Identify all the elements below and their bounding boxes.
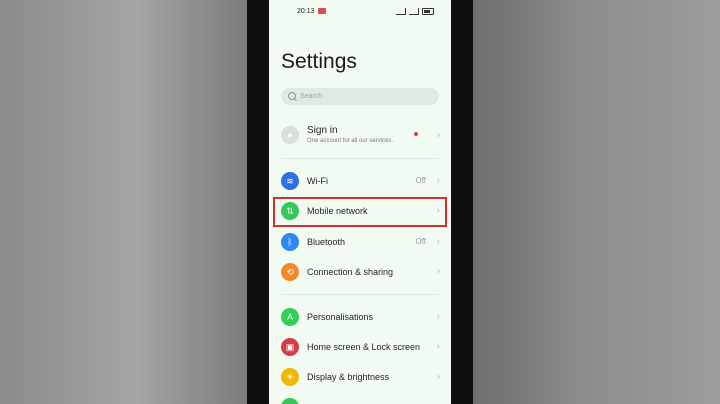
bluetooth-value: Off <box>415 237 426 246</box>
bluetooth-label: Bluetooth <box>307 237 346 247</box>
wifi-icon: ≋ <box>281 172 299 190</box>
display-brightness-row[interactable]: ☀ Display & brightness › <box>269 364 451 390</box>
sun-icon: ☀ <box>281 368 299 386</box>
notification-dot <box>414 132 418 136</box>
home-screen-icon: ▣ <box>281 338 299 356</box>
search-placeholder: Search <box>300 93 323 100</box>
bluetooth-icon: ᛒ <box>281 233 299 251</box>
wifi-label: Wi-Fi <box>307 176 328 186</box>
chevron-right-icon: › <box>436 311 440 322</box>
connection-sharing-row[interactable]: ⟲ Connection & sharing › <box>269 259 451 285</box>
bluetooth-row[interactable]: ᛒ Bluetooth Off › <box>269 229 451 255</box>
palette-icon: A <box>281 308 299 326</box>
home-lock-screen-label: Home screen & Lock screen <box>307 342 421 352</box>
sign-in-title: Sign in <box>307 125 338 136</box>
chevron-right-icon: › <box>436 130 440 141</box>
background-left <box>0 0 247 404</box>
section-divider <box>281 294 439 295</box>
status-bar: 20:13 <box>269 6 451 18</box>
signal-icon <box>396 8 406 15</box>
sign-in-subtitle: One account for all our services. <box>307 138 394 144</box>
status-time: 20:13 <box>297 8 315 15</box>
chevron-right-icon: › <box>436 371 440 382</box>
status-icons <box>396 8 434 15</box>
wifi-value: Off <box>415 176 426 185</box>
page-title: Settings <box>281 50 357 73</box>
notification-icon <box>318 8 326 14</box>
search-icon <box>288 92 296 100</box>
chevron-right-icon: › <box>436 236 440 247</box>
personalisations-row[interactable]: A Personalisations › <box>269 304 451 330</box>
battery-icon <box>422 8 434 15</box>
chevron-right-icon: › <box>436 266 440 277</box>
avatar-icon <box>281 126 299 144</box>
share-icon: ⟲ <box>281 263 299 281</box>
sign-in-row[interactable]: Sign in One account for all our services… <box>269 121 451 151</box>
next-item-icon <box>281 398 299 404</box>
home-lock-screen-row[interactable]: ▣ Home screen & Lock screen › <box>269 334 451 360</box>
selection-highlight <box>273 197 447 227</box>
chevron-right-icon: › <box>436 175 440 186</box>
wifi-row[interactable]: ≋ Wi-Fi Off › <box>269 168 451 194</box>
personalisations-label: Personalisations <box>307 312 374 322</box>
connection-sharing-label: Connection & sharing <box>307 267 394 277</box>
section-divider <box>281 158 439 159</box>
search-input[interactable]: Search <box>281 88 439 105</box>
chevron-right-icon: › <box>436 341 440 352</box>
display-brightness-label: Display & brightness <box>307 372 390 382</box>
background-right <box>473 0 720 404</box>
wifi-status-icon <box>409 8 419 15</box>
